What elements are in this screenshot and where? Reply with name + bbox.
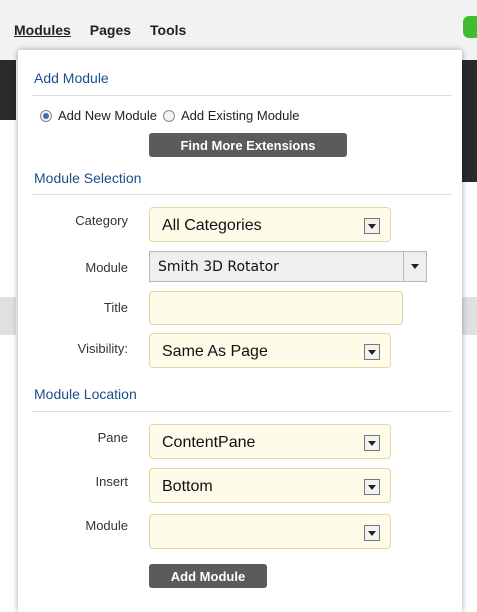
insert-label: Insert	[95, 474, 128, 489]
module-combobox[interactable]: Smith 3D Rotator	[149, 251, 427, 282]
location-module-select[interactable]	[149, 514, 391, 549]
radio-add-new-module[interactable]	[40, 109, 52, 122]
radio-add-new-label: Add New Module	[58, 108, 157, 123]
pane-label: Pane	[97, 430, 128, 445]
visibility-select-value: Same As Page	[162, 343, 268, 360]
location-module-label: Module	[85, 518, 128, 533]
background-dark-strip	[462, 60, 477, 182]
module-selection-heading: Module Selection	[34, 170, 142, 186]
section-divider	[32, 411, 452, 412]
category-select[interactable]: All Categories	[149, 207, 391, 242]
add-module-panel: Add Module Add New Module Add Existing M…	[18, 50, 462, 612]
chevron-down-icon[interactable]	[411, 264, 419, 269]
background-page-left	[0, 60, 18, 612]
background-dark-strip	[0, 60, 16, 120]
insert-select-value: Bottom	[162, 478, 213, 495]
category-select-value: All Categories	[162, 217, 262, 234]
chevron-down-icon[interactable]	[364, 344, 380, 360]
background-page-right	[462, 60, 477, 612]
module-location-heading: Module Location	[34, 386, 137, 402]
combobox-divider	[403, 252, 404, 281]
background-band	[0, 297, 16, 335]
menu-item-tools[interactable]: Tools	[150, 22, 186, 38]
chevron-down-icon[interactable]	[364, 218, 380, 234]
status-indicator-icon	[463, 16, 477, 38]
section-divider	[32, 95, 452, 96]
insert-select[interactable]: Bottom	[149, 468, 391, 503]
menu-item-pages[interactable]: Pages	[90, 22, 131, 38]
radio-add-existing-module[interactable]	[163, 109, 175, 122]
find-more-extensions-button[interactable]: Find More Extensions	[149, 133, 347, 157]
title-input[interactable]	[149, 291, 403, 325]
pane-select[interactable]: ContentPane	[149, 424, 391, 459]
visibility-select[interactable]: Same As Page	[149, 333, 391, 368]
radio-add-existing-label: Add Existing Module	[181, 108, 300, 123]
add-module-button[interactable]: Add Module	[149, 564, 267, 588]
menu-item-modules[interactable]: Modules	[14, 22, 71, 38]
pane-select-value: ContentPane	[162, 434, 256, 451]
chevron-down-icon[interactable]	[364, 479, 380, 495]
module-mode-radio-group: Add New Module Add Existing Module	[40, 108, 306, 123]
admin-menu: Modules Pages Tools	[14, 22, 205, 38]
section-divider	[32, 194, 452, 195]
chevron-down-icon[interactable]	[364, 525, 380, 541]
add-module-heading: Add Module	[34, 70, 109, 86]
category-label: Category	[75, 213, 128, 228]
module-combobox-value: Smith 3D Rotator	[158, 259, 279, 275]
title-label: Title	[103, 300, 128, 315]
chevron-down-icon[interactable]	[364, 435, 380, 451]
module-label: Module	[85, 260, 128, 275]
visibility-label: Visibility:	[77, 341, 128, 356]
background-band	[462, 297, 477, 335]
